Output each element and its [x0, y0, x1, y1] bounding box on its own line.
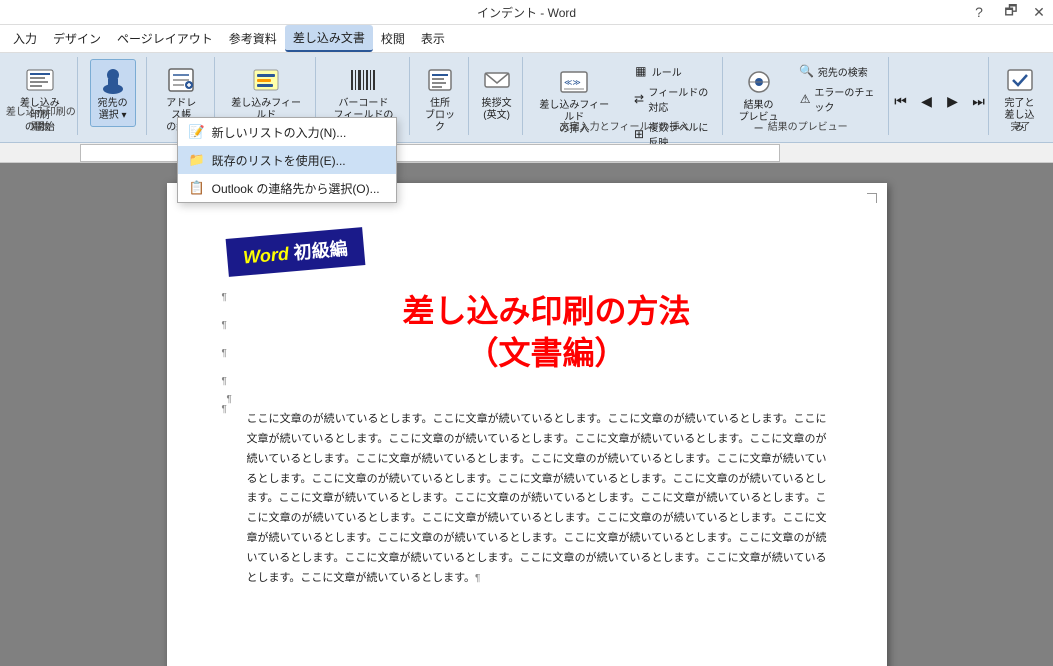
- field-match-icon: ⇄: [633, 91, 646, 107]
- dropdown-existing-list[interactable]: 📁 既存のリストを使用(E)...: [178, 146, 396, 174]
- para-mark-2: ¶: [222, 311, 227, 339]
- dropdown-new-list-label: 新しいリストの入力(N)...: [212, 124, 347, 141]
- btn-field-match-label: フィールドの対応: [648, 84, 711, 114]
- ribbon-group-insert-field: ≪≫ 差し込みフィールドの挿入 ▦ ルール ⇄ フィールドの対応 ⊞ 複数ラベル: [527, 57, 724, 135]
- find-recipient-icon: 🔍: [799, 63, 815, 79]
- ribbon-group-preview: 結果のプレビュー 🔍 宛先の検索 ⚠ エラーのチェック 結果のプレビュー: [727, 57, 889, 135]
- btn-rule-label: ルール: [652, 64, 682, 79]
- btn-check-error-label: エラーのチェック: [814, 84, 877, 114]
- outlook-icon: 📋: [188, 179, 206, 197]
- main-title: 差し込み印刷の方法（文書編）: [267, 291, 827, 374]
- group-label-insert: 文字入力とフィールドの挿入: [527, 118, 723, 133]
- preview-icon: [743, 66, 775, 98]
- small-buttons-group: ▦ ルール ⇄ フィールドの対応 ⊞ 複数ラベルに反映: [628, 61, 717, 151]
- preview-small-btns: 🔍 宛先の検索 ⚠ エラーのチェック: [794, 61, 882, 116]
- mailmerge-start-icon: [24, 64, 56, 96]
- group-label-finish: 完了: [993, 118, 1048, 133]
- next-icon: ▶: [947, 93, 958, 110]
- btn-greeting-label: 挨拶文(英文): [482, 98, 512, 122]
- title-text: インデント - Word: [477, 4, 576, 21]
- ribbon-group-address-block: 住所ブロック: [414, 57, 470, 135]
- btn-recipient-select[interactable]: 宛先の選択 ▾: [90, 59, 136, 127]
- first-icon: ⏮: [894, 93, 907, 110]
- ribbon-group-start: 差し込み印刷の開始 差し込み印刷の開始: [5, 57, 78, 135]
- ruler-area: [0, 143, 1053, 163]
- address-block-icon: [424, 64, 456, 96]
- btn-first[interactable]: ⏮: [889, 88, 913, 115]
- banner-yellow-text: Word: [242, 243, 294, 267]
- ribbon-group-nav: ⏮ ◀ ▶ ⏭: [893, 57, 989, 135]
- existing-list-icon: 📁: [188, 151, 206, 169]
- menu-view[interactable]: 表示: [413, 26, 453, 51]
- btn-find-recipient[interactable]: 🔍 宛先の検索: [794, 61, 882, 81]
- restore-button[interactable]: 🗗: [997, 0, 1025, 25]
- menu-reference[interactable]: 参考資料: [221, 26, 285, 51]
- para-mark-3: ¶: [222, 339, 227, 367]
- highlight-field-icon: [250, 64, 282, 96]
- menu-pagelayout[interactable]: ページレイアウト: [109, 26, 221, 51]
- group-label-start: 差し込み印刷の開始: [5, 103, 77, 133]
- recipient-dropdown: 📝 新しいリストの入力(N)... 📁 既存のリストを使用(E)... 📋 Ou…: [177, 117, 397, 203]
- dropdown-new-list[interactable]: 📝 新しいリストの入力(N)...: [178, 118, 396, 146]
- btn-check-error[interactable]: ⚠ エラーのチェック: [794, 82, 882, 116]
- menu-bar: 入力 デザイン ページレイアウト 参考資料 差し込み文書 校閲 表示: [0, 25, 1053, 53]
- window-controls: 🗗 ✕: [997, 0, 1053, 25]
- btn-find-label: 宛先の検索: [818, 64, 868, 79]
- new-list-icon: 📝: [188, 123, 206, 141]
- btn-address-block-label: 住所ブロック: [424, 98, 456, 134]
- group-label-preview: 結果のプレビュー: [727, 118, 888, 133]
- body-text: ここに文章のが続いているとします。ここに文章が続いているとします。ここに文章のが…: [247, 410, 827, 588]
- greeting-icon: [481, 64, 513, 96]
- page-corner: [867, 193, 877, 203]
- prev-icon: ◀: [921, 93, 932, 110]
- btn-field-match[interactable]: ⇄ フィールドの対応: [628, 82, 717, 116]
- finish-icon: [1004, 64, 1036, 96]
- btn-address-block[interactable]: 住所ブロック: [417, 59, 463, 139]
- btn-prev[interactable]: ◀: [915, 88, 939, 115]
- menu-design[interactable]: デザイン: [45, 26, 109, 51]
- help-button[interactable]: ?: [965, 0, 993, 25]
- ribbon-group-finish: 完了と差し込み 完了: [993, 57, 1048, 135]
- recipient-icon: [97, 64, 129, 96]
- rule-icon: ▦: [633, 63, 649, 79]
- dropdown-outlook-contacts[interactable]: 📋 Outlook の連絡先から選択(O)...: [178, 174, 396, 202]
- dropdown-existing-list-label: 既存のリストを使用(E)...: [212, 152, 346, 169]
- menu-mailmerge[interactable]: 差し込み文書: [285, 25, 373, 52]
- left-margin-marks: ¶ ¶ ¶ ¶ ¶: [222, 283, 227, 423]
- para-mark-body: ¶: [227, 394, 827, 405]
- svg-text:≪≫: ≪≫: [564, 78, 581, 87]
- banner-container: Word 初級編: [247, 223, 827, 271]
- btn-rule[interactable]: ▦ ルール: [628, 61, 717, 81]
- para-mark-end: ¶: [475, 573, 480, 584]
- ribbon-group-recipient: 宛先の選択 ▾ 📝 新しいリストの入力(N)... 📁 既存のリストを使用(E)…: [82, 57, 147, 135]
- document-area: ¶ ¶ ¶ ¶ ¶ Word 初級編 差し込み印刷の方法（文書編） ¶ ここに文…: [0, 163, 1053, 666]
- banner-white-text: 初級編: [292, 238, 348, 263]
- para-mark-1: ¶: [222, 283, 227, 311]
- check-error-icon: ⚠: [799, 91, 812, 107]
- barcode-icon: [347, 64, 379, 96]
- para-mark-4: ¶: [222, 367, 227, 395]
- btn-next[interactable]: ▶: [941, 88, 965, 115]
- btn-last[interactable]: ⏭: [967, 88, 991, 115]
- address-edit-icon: [165, 64, 197, 96]
- menu-nyuryoku[interactable]: 入力: [5, 26, 45, 51]
- btn-recipient-label: 宛先の選択 ▾: [98, 98, 128, 122]
- banner: Word 初級編: [225, 227, 364, 277]
- btn-greeting[interactable]: 挨拶文(英文): [474, 59, 520, 127]
- insert-field-icon: ≪≫: [558, 66, 590, 98]
- close-button[interactable]: ✕: [1025, 0, 1053, 25]
- ribbon: 差し込み印刷の開始 差し込み印刷の開始 宛先の選択 ▾ 📝: [0, 53, 1053, 143]
- dropdown-outlook-label: Outlook の連絡先から選択(O)...: [212, 180, 380, 197]
- page: ¶ ¶ ¶ ¶ ¶ Word 初級編 差し込み印刷の方法（文書編） ¶ ここに文…: [167, 183, 887, 666]
- title-bar: インデント - Word ? 🗗 ✕: [0, 0, 1053, 25]
- ribbon-group-greeting: 挨拶文(英文): [473, 57, 522, 135]
- menu-review[interactable]: 校閲: [373, 26, 413, 51]
- para-mark-5: ¶: [222, 395, 227, 423]
- last-icon: ⏭: [972, 93, 985, 110]
